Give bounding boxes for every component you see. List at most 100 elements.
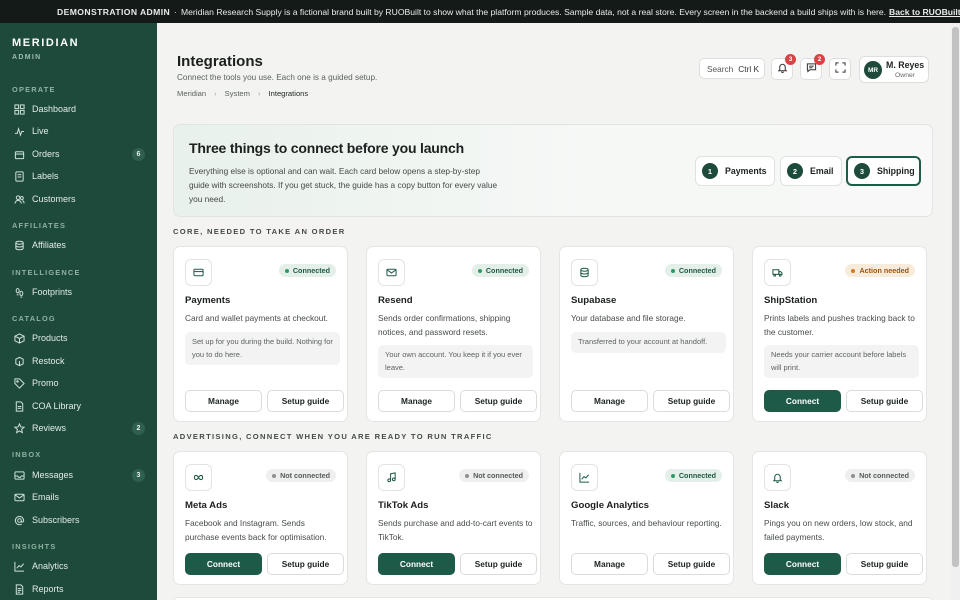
footprints-icon [13, 286, 25, 298]
banner-text: Meridian Research Supply is a fictional … [180, 6, 887, 17]
search-label: Search [707, 63, 734, 74]
setup-guide-button[interactable]: Setup guide [653, 553, 730, 575]
card-note: Set up for you during the build. Nothing… [185, 332, 340, 365]
sidebar-item-affiliates[interactable]: Affiliates [0, 235, 157, 255]
brand-subtitle: ADMIN [12, 54, 42, 61]
step-number: 3 [854, 163, 870, 179]
setup-guide-button[interactable]: Setup guide [267, 390, 344, 412]
mail-icon [13, 491, 25, 503]
report-icon [13, 583, 25, 595]
sidebar-item-reviews[interactable]: Reviews 2 [0, 418, 157, 438]
brand-name[interactable]: MERIDIAN [12, 37, 79, 49]
card-google-analytics: Connected Google Analytics Traffic, sour… [559, 451, 734, 585]
breadcrumb-integrations: Integrations [268, 89, 309, 98]
card-meta-ads: Not connected Meta Ads Facebook and Inst… [173, 451, 348, 585]
connect-button[interactable]: Connect [764, 553, 841, 575]
orders-count-badge: 6 [132, 147, 145, 161]
sidebar-item-products[interactable]: Products [0, 328, 157, 348]
sidebar-item-orders[interactable]: Orders 6 [0, 144, 157, 164]
users-icon [13, 193, 25, 205]
card-title: TikTok Ads [378, 500, 429, 511]
sidebar-item-messages[interactable]: Messages 3 [0, 465, 157, 485]
sidebar: MERIDIAN ADMIN OPERATE Dashboard Live Or… [0, 23, 157, 600]
section-core: CORE, NEEDED TO TAKE AN ORDER [173, 227, 346, 236]
manage-button[interactable]: Manage [571, 390, 648, 412]
at-icon [13, 514, 25, 526]
status-badge: Not connected [845, 469, 915, 482]
breadcrumb-system[interactable]: System [225, 89, 250, 98]
step-email[interactable]: 2 Email [780, 156, 842, 186]
database-icon [13, 239, 25, 251]
sidebar-item-restock[interactable]: Restock [0, 351, 157, 371]
search-button[interactable]: Search Ctrl K [699, 58, 765, 79]
setup-guide-button[interactable]: Setup guide [460, 553, 537, 575]
breadcrumb-meridian[interactable]: Meridian [177, 89, 206, 98]
card-description: Your database and file storage. [571, 313, 686, 323]
user-menu[interactable]: MR M. Reyes Owner [859, 56, 929, 83]
chevron-right-icon: › [214, 89, 217, 98]
fullscreen-button[interactable] [829, 58, 851, 80]
manage-button[interactable]: Manage [571, 553, 648, 575]
status-badge: Action needed [845, 264, 915, 277]
sidebar-item-promo[interactable]: Promo [0, 373, 157, 393]
sidebar-item-emails[interactable]: Emails [0, 487, 157, 507]
search-shortcut: Ctrl K [738, 63, 760, 74]
back-to-ruobuilt-link[interactable]: Back to RUOBuilt → [889, 7, 960, 17]
sidebar-item-label: Subscribers [32, 515, 80, 525]
sidebar-item-customers[interactable]: Customers [0, 189, 157, 209]
sidebar-item-label: Promo [32, 378, 59, 388]
setup-guide-button[interactable]: Setup guide [267, 553, 344, 575]
box-icon [13, 148, 25, 160]
card-description: Card and wallet payments at checkout. [185, 313, 328, 323]
setup-guide-button[interactable]: Setup guide [460, 390, 537, 412]
section-catalog: CATALOG [12, 314, 56, 323]
manage-button[interactable]: Manage [185, 390, 262, 412]
document-icon [13, 400, 25, 412]
tag-icon [13, 377, 25, 389]
sidebar-item-reports[interactable]: Reports [0, 579, 157, 599]
notifications-button[interactable]: 3 [771, 54, 796, 80]
sidebar-item-label: Affiliates [32, 240, 66, 250]
truck-icon [764, 259, 791, 286]
card-description: Pings you on new orders, low stock, and … [764, 518, 913, 542]
sidebar-item-footprints[interactable]: Footprints [0, 282, 157, 302]
step-payments[interactable]: 1 Payments [695, 156, 775, 186]
hero-title: Three things to connect before you launc… [189, 140, 464, 156]
sidebar-item-labels[interactable]: Labels [0, 166, 157, 186]
page-scrollbar[interactable] [951, 23, 960, 600]
connect-button[interactable]: Connect [764, 390, 841, 412]
step-number: 2 [787, 163, 803, 179]
pulse-icon [13, 125, 25, 137]
sidebar-item-analytics[interactable]: Analytics [0, 556, 157, 576]
card-tiktok-ads: Not connected TikTok Ads Sends purchase … [366, 451, 541, 585]
avatar: MR [864, 61, 882, 79]
chart-line-icon [571, 464, 598, 491]
card-payments: Connected Payments Card and wallet payme… [173, 246, 348, 422]
connect-button[interactable]: Connect [185, 553, 262, 575]
products-icon [13, 332, 25, 344]
scrollbar-thumb[interactable] [952, 27, 959, 567]
main-content: Integrations Connect the tools you use. … [157, 23, 951, 600]
step-shipping[interactable]: 3 Shipping [846, 156, 921, 186]
card-slack: Not connected Slack Pings you on new ord… [752, 451, 927, 585]
step-label: Payments [725, 166, 767, 176]
sidebar-item-label: Dashboard [32, 104, 77, 114]
setup-guide-button[interactable]: Setup guide [653, 390, 730, 412]
infinity-icon [185, 464, 212, 491]
sidebar-item-label: Products [32, 333, 68, 343]
sidebar-item-label: Live [32, 126, 49, 136]
status-badge: Connected [664, 264, 722, 277]
section-intelligence: INTELLIGENCE [12, 268, 81, 277]
setup-guide-button[interactable]: Setup guide [846, 390, 923, 412]
sidebar-item-label: Footprints [32, 287, 73, 297]
chevron-right-icon: › [257, 89, 261, 98]
sidebar-item-subscribers[interactable]: Subscribers [0, 510, 157, 530]
sidebar-item-live[interactable]: Live [0, 121, 157, 141]
card-shipstation: Action needed ShipStation Prints labels … [752, 246, 927, 422]
manage-button[interactable]: Manage [378, 390, 455, 412]
setup-guide-button[interactable]: Setup guide [846, 553, 923, 575]
connect-button[interactable]: Connect [378, 553, 455, 575]
sidebar-item-dashboard[interactable]: Dashboard [0, 99, 157, 119]
messages-button[interactable]: 2 [800, 54, 825, 80]
sidebar-item-coa-library[interactable]: COA Library [0, 396, 157, 416]
